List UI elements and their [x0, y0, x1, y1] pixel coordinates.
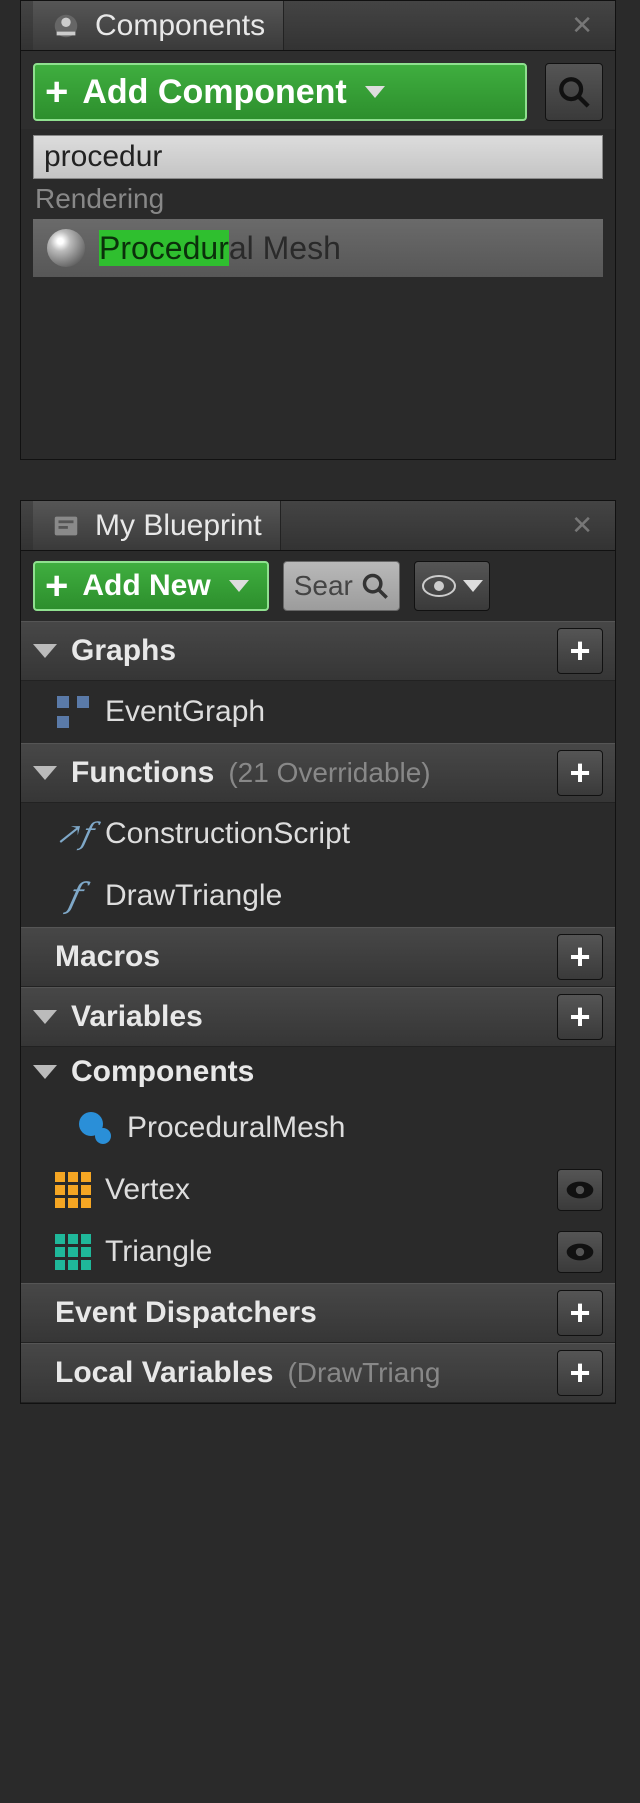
section-graphs-label: Graphs	[71, 634, 176, 668]
variable-visibility-toggle[interactable]	[557, 1231, 603, 1273]
visibility-filter-button[interactable]	[414, 561, 490, 611]
add-macro-button[interactable]: +	[557, 934, 603, 980]
section-components-sub-label: Components	[71, 1055, 254, 1089]
section-local-variables[interactable]: Local Variables (DrawTriang +	[21, 1343, 615, 1403]
graph-eventgraph[interactable]: EventGraph	[21, 681, 615, 743]
variable-triangle[interactable]: Triangle	[21, 1221, 615, 1283]
search-result-procedural-mesh[interactable]: Procedural Mesh	[33, 219, 603, 277]
search-button[interactable]	[545, 63, 603, 121]
graph-label: EventGraph	[105, 695, 265, 729]
variable-proceduralmesh[interactable]: ProceduralMesh	[21, 1097, 615, 1159]
search-input[interactable]: procedur	[33, 135, 603, 179]
section-event-dispatchers[interactable]: Event Dispatchers +	[21, 1283, 615, 1343]
graph-icon	[55, 694, 91, 730]
section-dispatchers-label: Event Dispatchers	[55, 1296, 317, 1330]
blueprint-tab-bar: My Blueprint ✕	[21, 501, 615, 551]
function-constructionscript[interactable]: ↗𝑓 ConstructionScript	[21, 803, 615, 865]
add-new-label: Add New	[82, 569, 210, 603]
chevron-down-icon	[463, 580, 483, 592]
add-dispatcher-button[interactable]: +	[557, 1290, 603, 1336]
variable-visibility-toggle[interactable]	[557, 1169, 603, 1211]
mesh-icon	[47, 229, 85, 267]
components-toolbar: + Add Component	[21, 51, 615, 129]
section-graphs[interactable]: Graphs +	[21, 621, 615, 681]
section-macros[interactable]: Macros +	[21, 927, 615, 987]
variable-components-list: ProceduralMesh Vertex Triangle	[21, 1097, 615, 1283]
eye-icon	[565, 1180, 595, 1200]
functions-list: ↗𝑓 ConstructionScript 𝑓 DrawTriangle	[21, 803, 615, 927]
chevron-down-icon	[365, 86, 385, 98]
blueprint-toolbar: + Add New Sear	[21, 551, 615, 621]
function-label: DrawTriangle	[105, 879, 282, 913]
add-new-button[interactable]: + Add New	[33, 561, 269, 611]
result-category: Rendering	[21, 179, 615, 219]
expand-icon	[33, 1065, 57, 1079]
close-icon[interactable]: ✕	[571, 510, 603, 541]
blueprint-panel: My Blueprint ✕ + Add New Sear Graphs +	[20, 500, 616, 1404]
function-icon: 𝑓	[55, 878, 91, 914]
blueprint-title: My Blueprint	[95, 509, 262, 543]
components-tab[interactable]: Components	[33, 1, 284, 50]
blueprint-search-input[interactable]: Sear	[283, 561, 400, 611]
variable-label: Triangle	[105, 1235, 212, 1269]
section-variables-label: Variables	[71, 1000, 203, 1034]
components-panel: Components ✕ + Add Component procedur Re…	[20, 0, 616, 460]
array-icon	[55, 1172, 91, 1208]
add-component-button[interactable]: + Add Component	[33, 63, 527, 121]
search-result-label: Procedural Mesh	[99, 230, 341, 267]
add-function-button[interactable]: +	[557, 750, 603, 796]
blueprint-search-placeholder: Sear	[294, 570, 353, 602]
expand-icon	[33, 1010, 57, 1024]
function-override-icon: ↗𝑓	[55, 816, 91, 852]
blueprint-tab[interactable]: My Blueprint	[33, 501, 281, 550]
section-local-vars-label: Local Variables	[55, 1356, 273, 1390]
blueprint-icon	[51, 511, 81, 541]
expand-icon	[33, 766, 57, 780]
section-functions-label: Functions	[71, 756, 214, 790]
add-local-var-button[interactable]: +	[557, 1350, 603, 1396]
section-variables[interactable]: Variables +	[21, 987, 615, 1047]
section-functions-hint: (21 Overridable)	[228, 757, 430, 789]
search-value: procedur	[44, 140, 162, 174]
variable-label: Vertex	[105, 1173, 190, 1207]
add-component-label: Add Component	[82, 73, 346, 112]
variable-label: ProceduralMesh	[127, 1111, 345, 1145]
section-functions[interactable]: Functions (21 Overridable) +	[21, 743, 615, 803]
variable-vertex[interactable]: Vertex	[21, 1159, 615, 1221]
sphere-icon	[77, 1110, 113, 1146]
graphs-list: EventGraph	[21, 681, 615, 743]
search-icon	[361, 572, 389, 600]
add-graph-button[interactable]: +	[557, 628, 603, 674]
section-components-sub[interactable]: Components	[21, 1047, 615, 1097]
section-macros-label: Macros	[55, 940, 160, 974]
components-title: Components	[95, 9, 265, 43]
components-tab-bar: Components ✕	[21, 1, 615, 51]
function-label: ConstructionScript	[105, 817, 350, 851]
expand-icon	[33, 644, 57, 658]
chevron-down-icon	[229, 580, 249, 592]
add-variable-button[interactable]: +	[557, 994, 603, 1040]
section-local-vars-hint: (DrawTriang	[287, 1357, 440, 1389]
eye-icon	[565, 1242, 595, 1262]
array-icon	[55, 1234, 91, 1270]
close-icon[interactable]: ✕	[571, 10, 603, 41]
search-icon	[557, 75, 591, 109]
function-drawtriangle[interactable]: 𝑓 DrawTriangle	[21, 865, 615, 927]
eye-icon	[421, 574, 457, 598]
components-icon	[51, 11, 81, 41]
